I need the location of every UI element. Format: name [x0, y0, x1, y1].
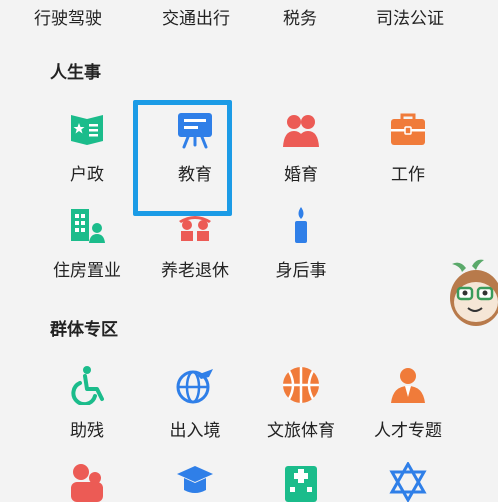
item-talent-label: 人才专题	[374, 421, 442, 441]
item-work-label: 工作	[391, 165, 425, 185]
item-culture-sports-label: 文旅体育	[267, 421, 335, 441]
section-title-group-zone: 群体专区	[50, 320, 118, 340]
top-item-driving[interactable]: 行驶驾驶	[20, 4, 116, 29]
selection-highlight	[133, 100, 232, 216]
candle-icon[interactable]	[281, 205, 321, 245]
top-item-judicial[interactable]: 司法公证	[362, 4, 458, 29]
item-immigration-label: 出入境	[169, 421, 221, 441]
top-item-tax[interactable]: 税务	[252, 4, 348, 29]
item-afterlife-label: 身后事	[275, 261, 327, 281]
globe-plane-icon[interactable]	[175, 365, 215, 405]
item-disability-label: 助残	[70, 421, 104, 441]
item-housing-label: 住房置业	[53, 261, 121, 281]
briefcase-icon[interactable]	[388, 109, 428, 149]
marriage-icon[interactable]	[281, 109, 321, 149]
mascot-icon[interactable]	[446, 258, 498, 328]
basketball-icon[interactable]	[281, 365, 321, 405]
item-marriage-label: 婚育	[284, 165, 318, 185]
housing-icon[interactable]	[67, 205, 107, 245]
family-icon[interactable]	[67, 462, 107, 502]
item-retirement-label: 养老退休	[161, 261, 229, 281]
star-of-david-icon[interactable]	[388, 462, 428, 502]
talent-icon[interactable]	[388, 365, 428, 405]
top-item-transport[interactable]: 交通出行	[148, 4, 244, 29]
accessibility-icon[interactable]	[67, 365, 107, 405]
household-icon[interactable]	[67, 109, 107, 149]
hospital-icon[interactable]	[281, 462, 321, 502]
section-title-life-events: 人生事	[50, 63, 101, 83]
item-household-label: 户政	[70, 165, 104, 185]
graduation-cap-icon[interactable]	[175, 462, 215, 502]
